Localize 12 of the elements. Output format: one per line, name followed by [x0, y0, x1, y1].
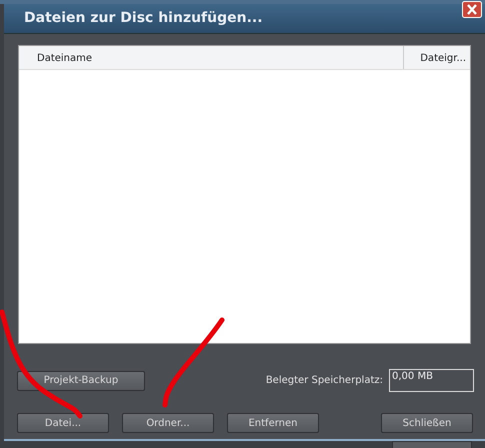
backup-button[interactable]: Projekt-Backup	[17, 370, 145, 391]
close-icon[interactable]	[462, 1, 482, 18]
folder-button[interactable]: Ordner...	[122, 413, 214, 434]
remove-button[interactable]: Entfernen	[227, 413, 319, 434]
used-space-label: Belegter Speicherplatz:	[266, 374, 383, 388]
close-button[interactable]: Schließen	[381, 413, 473, 434]
used-space-field[interactable]: 0,00 MB	[389, 369, 474, 392]
window-title: Dateien zur Disc hinzufügen...	[24, 8, 263, 28]
column-header[interactable]: Dateiname	[19, 46, 404, 69]
file-list[interactable]: Dateiname Dateigr...	[18, 44, 471, 344]
file-button[interactable]: Datei...	[17, 413, 109, 434]
column-header[interactable]: Dateigr...	[404, 46, 470, 69]
